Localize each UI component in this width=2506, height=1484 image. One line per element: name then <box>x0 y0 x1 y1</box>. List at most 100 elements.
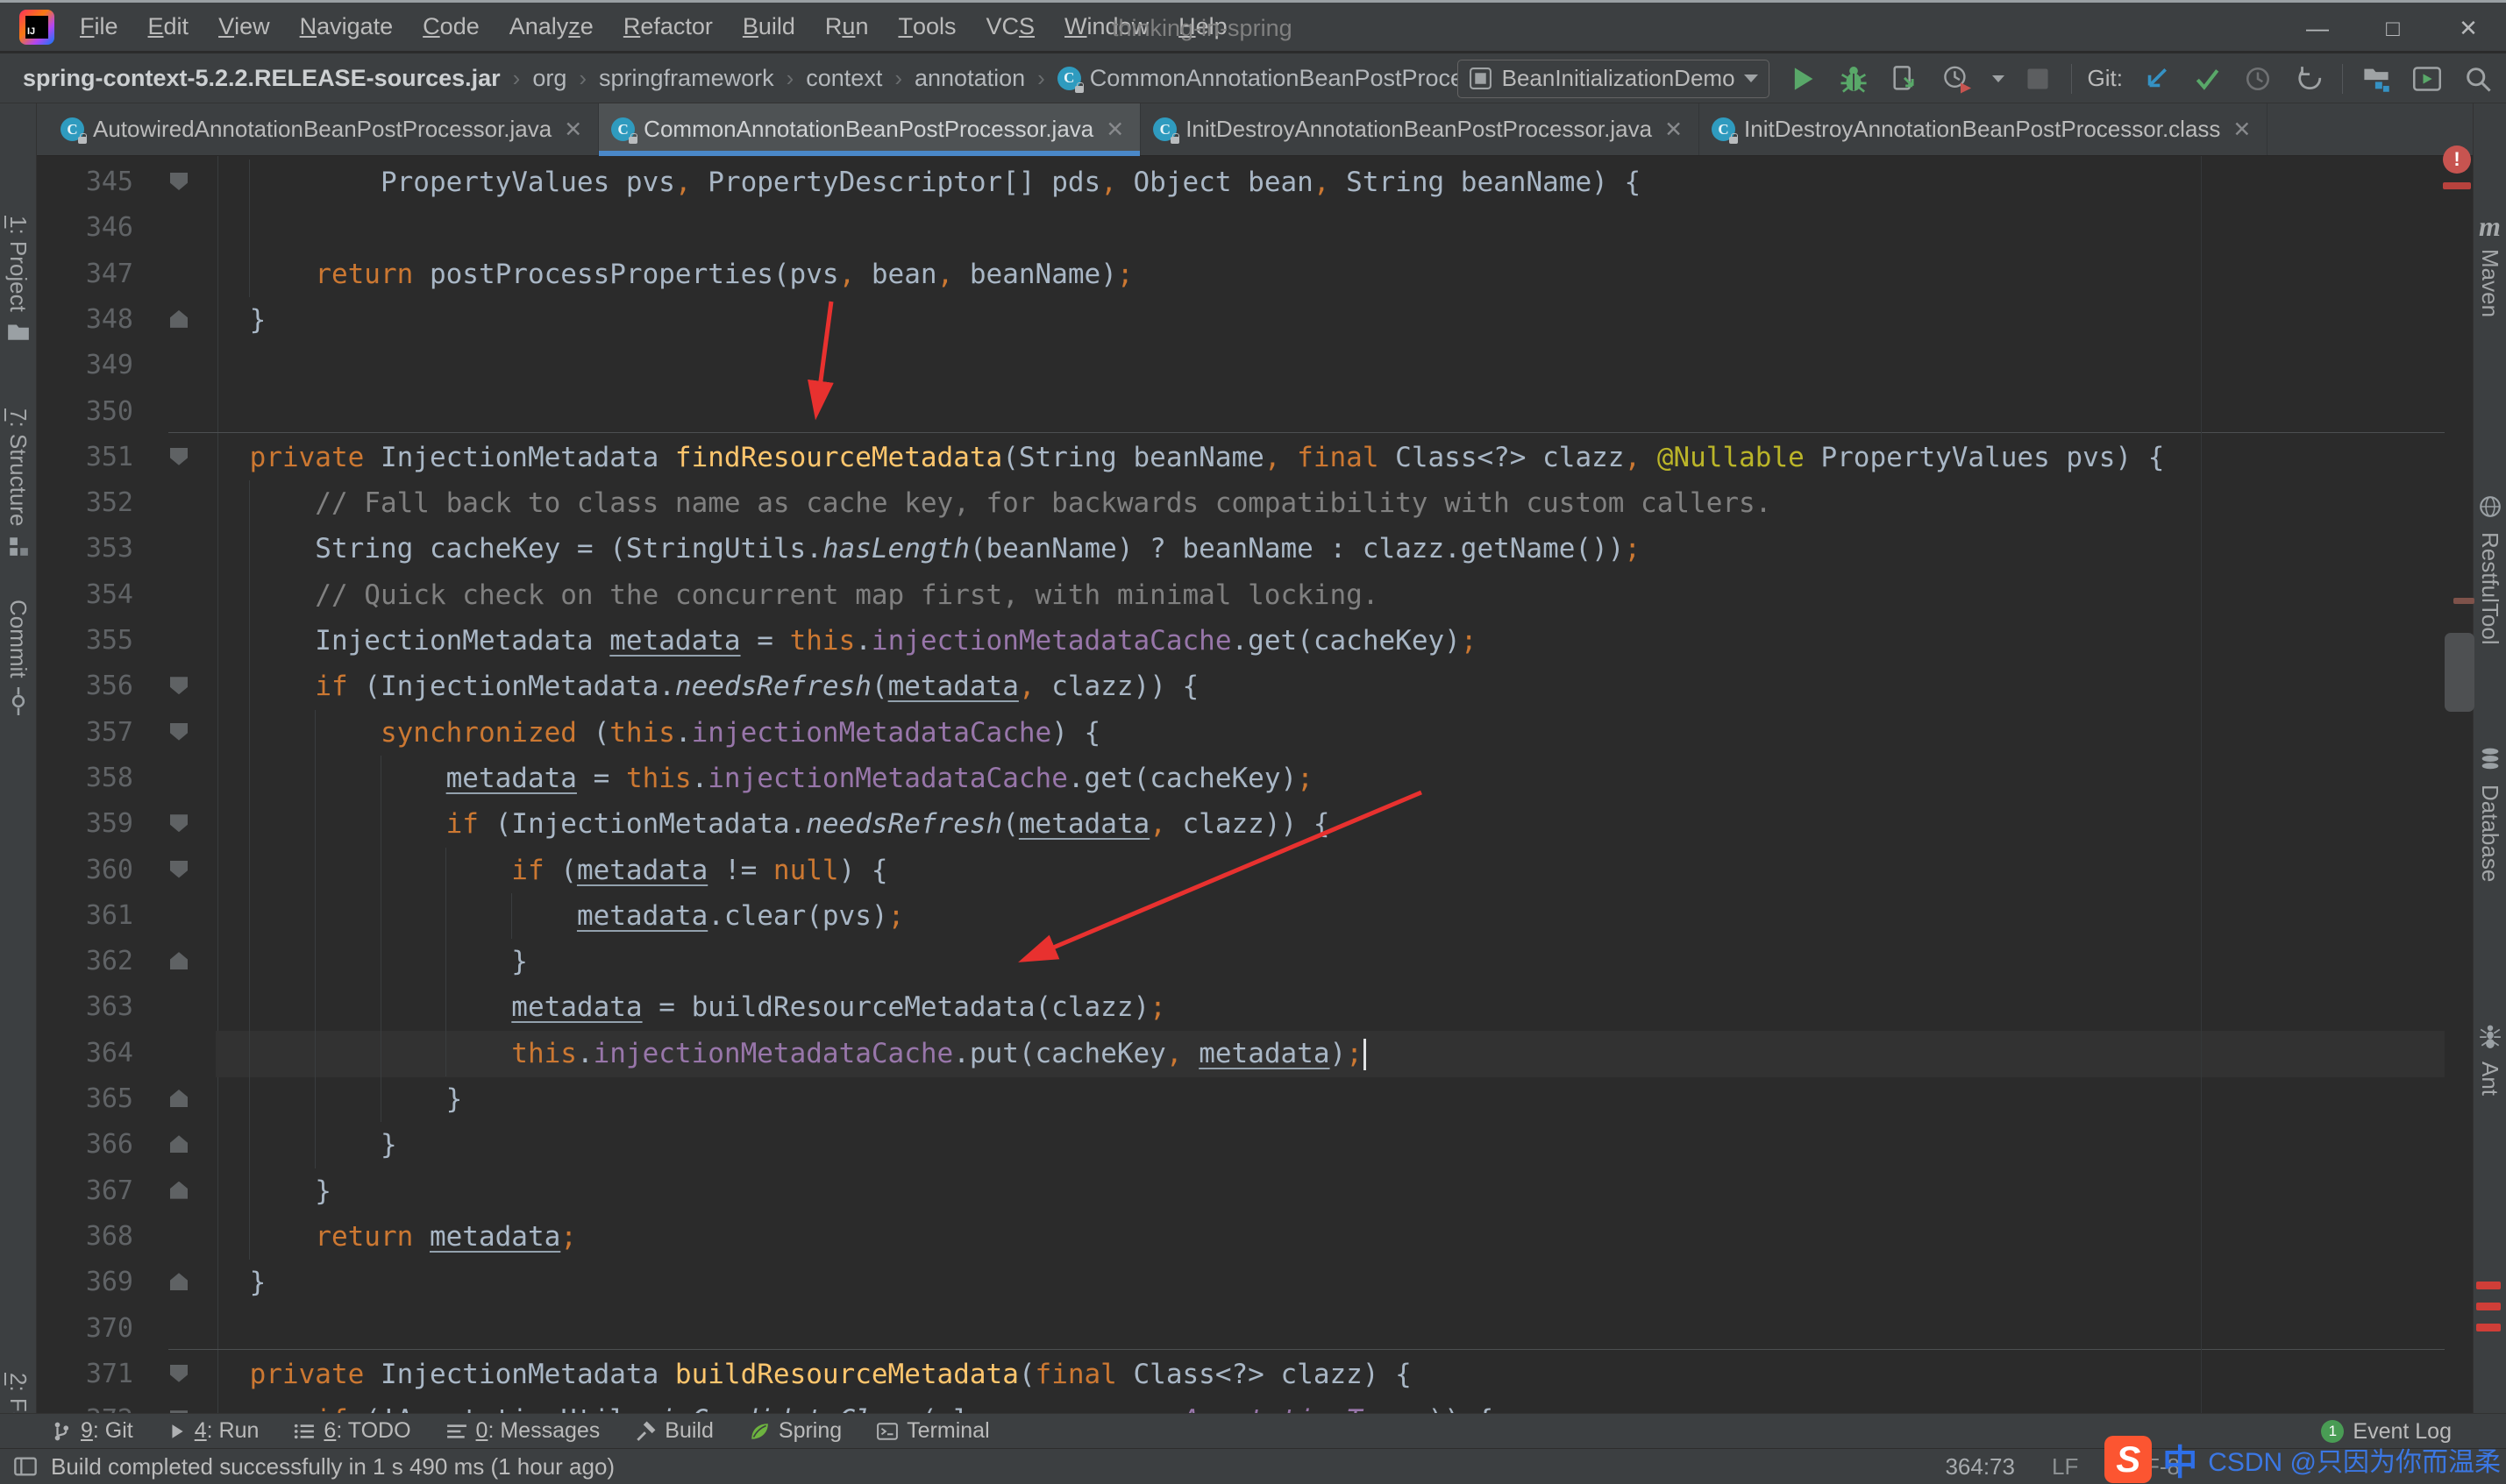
code-line-360[interactable]: if (metadata != null) { <box>184 848 888 894</box>
menu-item-build[interactable]: Build <box>728 3 810 51</box>
coverage-button[interactable] <box>1887 61 1922 96</box>
project-structure-button[interactable] <box>2359 61 2394 96</box>
code-line-347[interactable]: return postProcessProperties(pvs, bean, … <box>184 252 1134 298</box>
line-number-346: 346 <box>46 205 133 251</box>
editor-tab[interactable]: CInitDestroyAnnotationBeanPostProcessor.… <box>1141 103 1699 155</box>
line-number-369: 369 <box>46 1260 133 1305</box>
run-config-select[interactable]: BeanInitializationDemo <box>1457 60 1769 98</box>
toolwindow-button-git[interactable]: 9: Git <box>51 1418 133 1444</box>
tool-stripe-restfultool[interactable]: RestfulTool <box>2474 494 2506 645</box>
menu-item-run[interactable]: Run <box>810 3 884 51</box>
run-button[interactable] <box>1785 61 1820 96</box>
method-separator <box>168 1349 2445 1350</box>
toolwindow-toggle-icon[interactable] <box>12 1453 39 1480</box>
close-button[interactable]: ✕ <box>2431 3 2506 53</box>
code-line-362[interactable]: } <box>184 939 528 985</box>
menu-item-tools[interactable]: Tools <box>883 3 971 51</box>
error-stripe-mark[interactable] <box>2476 1303 2501 1310</box>
breadcrumb-item[interactable]: context <box>806 65 882 92</box>
code-line-348[interactable]: } <box>184 297 266 344</box>
tool-stripe-label: Commit <box>4 600 32 678</box>
minimize-button[interactable]: — <box>2280 3 2355 53</box>
code-line-371[interactable]: private InjectionMetadata buildResourceM… <box>184 1352 1412 1398</box>
toolwindow-button-terminal[interactable]: Terminal <box>877 1418 989 1444</box>
toolwindow-button-label: 9: Git <box>81 1418 133 1444</box>
menu-item-view[interactable]: View <box>203 3 285 51</box>
tool-stripe-project[interactable]: 1: Project <box>0 216 36 346</box>
rollback-button[interactable] <box>2291 61 2326 96</box>
tool-stripe-commit[interactable]: Commit <box>0 600 36 720</box>
commit-button[interactable] <box>2189 61 2225 96</box>
error-stripe-mark[interactable] <box>2443 182 2471 189</box>
toolwindow-button-build[interactable]: Build <box>635 1418 714 1444</box>
profiler-button[interactable] <box>1938 61 1983 96</box>
menu-item-analyze[interactable]: Analyze <box>495 3 609 51</box>
build-icon <box>635 1421 656 1442</box>
code-line-355[interactable]: InjectionMetadata metadata = this.inject… <box>184 618 1477 664</box>
code-line-365[interactable]: } <box>184 1076 462 1123</box>
tab-close-icon[interactable]: ✕ <box>2232 117 2251 143</box>
tab-close-icon[interactable]: ✕ <box>1106 117 1124 143</box>
breadcrumb-item[interactable]: CCommonAnnotationBeanPostProcessor <box>1057 65 1508 92</box>
menu-item-vcs[interactable]: VCS <box>972 3 1050 51</box>
code-line-351[interactable]: private InjectionMetadata findResourceMe… <box>184 435 2164 481</box>
profiler-dropdown-icon[interactable] <box>1992 75 2004 82</box>
caret-position[interactable]: 364:73 <box>1945 1453 2015 1480</box>
warning-stripe-mark[interactable] <box>2453 598 2474 604</box>
code-line-354[interactable]: // Quick check on the concurrent map fir… <box>184 572 1378 619</box>
code-line-366[interactable]: } <box>184 1122 397 1168</box>
editor-tab[interactable]: CInitDestroyAnnotationBeanPostProcessor.… <box>1699 103 2268 155</box>
code-line-359[interactable]: if (InjectionMetadata.needsRefresh(metad… <box>184 801 1330 848</box>
error-stripe-mark[interactable] <box>2476 1282 2501 1289</box>
breadcrumb-item[interactable]: annotation <box>915 65 1025 92</box>
tool-stripe-ant[interactable]: Ant <box>2474 1024 2506 1096</box>
code-line-345[interactable]: PropertyValues pvs, PropertyDescriptor[]… <box>184 160 1641 206</box>
tab-close-icon[interactable]: ✕ <box>564 117 582 143</box>
code-line-353[interactable]: String cacheKey = (StringUtils.hasLength… <box>184 526 1641 572</box>
tool-stripe-maven[interactable]: mMaven <box>2474 212 2506 317</box>
menu-item-refactor[interactable]: Refactor <box>609 3 728 51</box>
menu-item-edit[interactable]: Edit <box>133 3 204 51</box>
code-line-356[interactable]: if (InjectionMetadata.needsRefresh(metad… <box>184 664 1199 710</box>
update-project-button[interactable] <box>2139 61 2174 96</box>
maximize-button[interactable]: □ <box>2355 3 2431 53</box>
terminal-icon <box>877 1422 898 1441</box>
editor-tab[interactable]: CAutowiredAnnotationBeanPostProcessor.ja… <box>48 103 599 155</box>
code-line-358[interactable]: metadata = this.injectionMetadataCache.g… <box>184 756 1314 802</box>
editor-tab[interactable]: CCommonAnnotationBeanPostProcessor.java✕ <box>599 103 1141 155</box>
code-line-352[interactable]: // Fall back to class name as cache key,… <box>184 480 1771 527</box>
error-count-badge[interactable]: ! <box>2443 146 2471 174</box>
code-line-357[interactable]: synchronized (this.injectionMetadataCach… <box>184 710 1100 756</box>
history-button <box>2240 61 2275 96</box>
tab-close-icon[interactable]: ✕ <box>1664 117 1683 143</box>
line-number-366: 366 <box>46 1122 133 1168</box>
code-line-369[interactable]: } <box>184 1260 266 1306</box>
menu-item-file[interactable]: File <box>65 3 133 51</box>
editor-scrollbar[interactable] <box>2445 633 2474 712</box>
code-editor[interactable]: 345 PropertyValues pvs, PropertyDescript… <box>37 156 2473 1413</box>
code-line-368[interactable]: return metadata; <box>184 1214 577 1260</box>
breadcrumb-separator-icon: › <box>1037 65 1045 92</box>
code-line-364[interactable]: this.injectionMetadataCache.put(cacheKey… <box>184 1031 1366 1077</box>
breadcrumb-item[interactable]: org <box>532 65 566 92</box>
code-line-367[interactable]: } <box>184 1168 331 1215</box>
debug-button[interactable] <box>1836 61 1871 96</box>
toolwindow-button-messages[interactable]: 0: Messages <box>446 1418 601 1444</box>
menu-item-code[interactable]: Code <box>408 3 495 51</box>
tool-stripe-structure[interactable]: 7: Structure <box>0 408 36 562</box>
toolwindow-button-run[interactable]: 4: Run <box>168 1418 260 1444</box>
intellij-logo-icon: IJ <box>19 10 54 45</box>
toolwindow-button-spring[interactable]: Spring <box>749 1418 842 1444</box>
breadcrumb-item[interactable]: springframework <box>599 65 774 92</box>
search-everywhere-button[interactable] <box>2460 61 2495 96</box>
line-separator[interactable]: LF <box>2052 1453 2078 1480</box>
run-anything-button[interactable] <box>2410 61 2445 96</box>
breadcrumb-item[interactable]: spring-context-5.2.2.RELEASE-sources.jar <box>23 65 501 92</box>
toolwindow-button-todo[interactable]: 6: TODO <box>294 1418 410 1444</box>
code-line-361[interactable]: metadata.clear(pvs); <box>184 893 904 940</box>
menu-item-navigate[interactable]: Navigate <box>285 3 409 51</box>
error-stripe-mark[interactable] <box>2476 1324 2501 1331</box>
code-line-363[interactable]: metadata = buildResourceMetadata(clazz); <box>184 984 1166 1031</box>
tool-stripe-database[interactable]: Database <box>2474 747 2506 882</box>
code-line-372[interactable]: if (!AnnotationUtils.isCandidateClass(cl… <box>184 1397 1493 1413</box>
